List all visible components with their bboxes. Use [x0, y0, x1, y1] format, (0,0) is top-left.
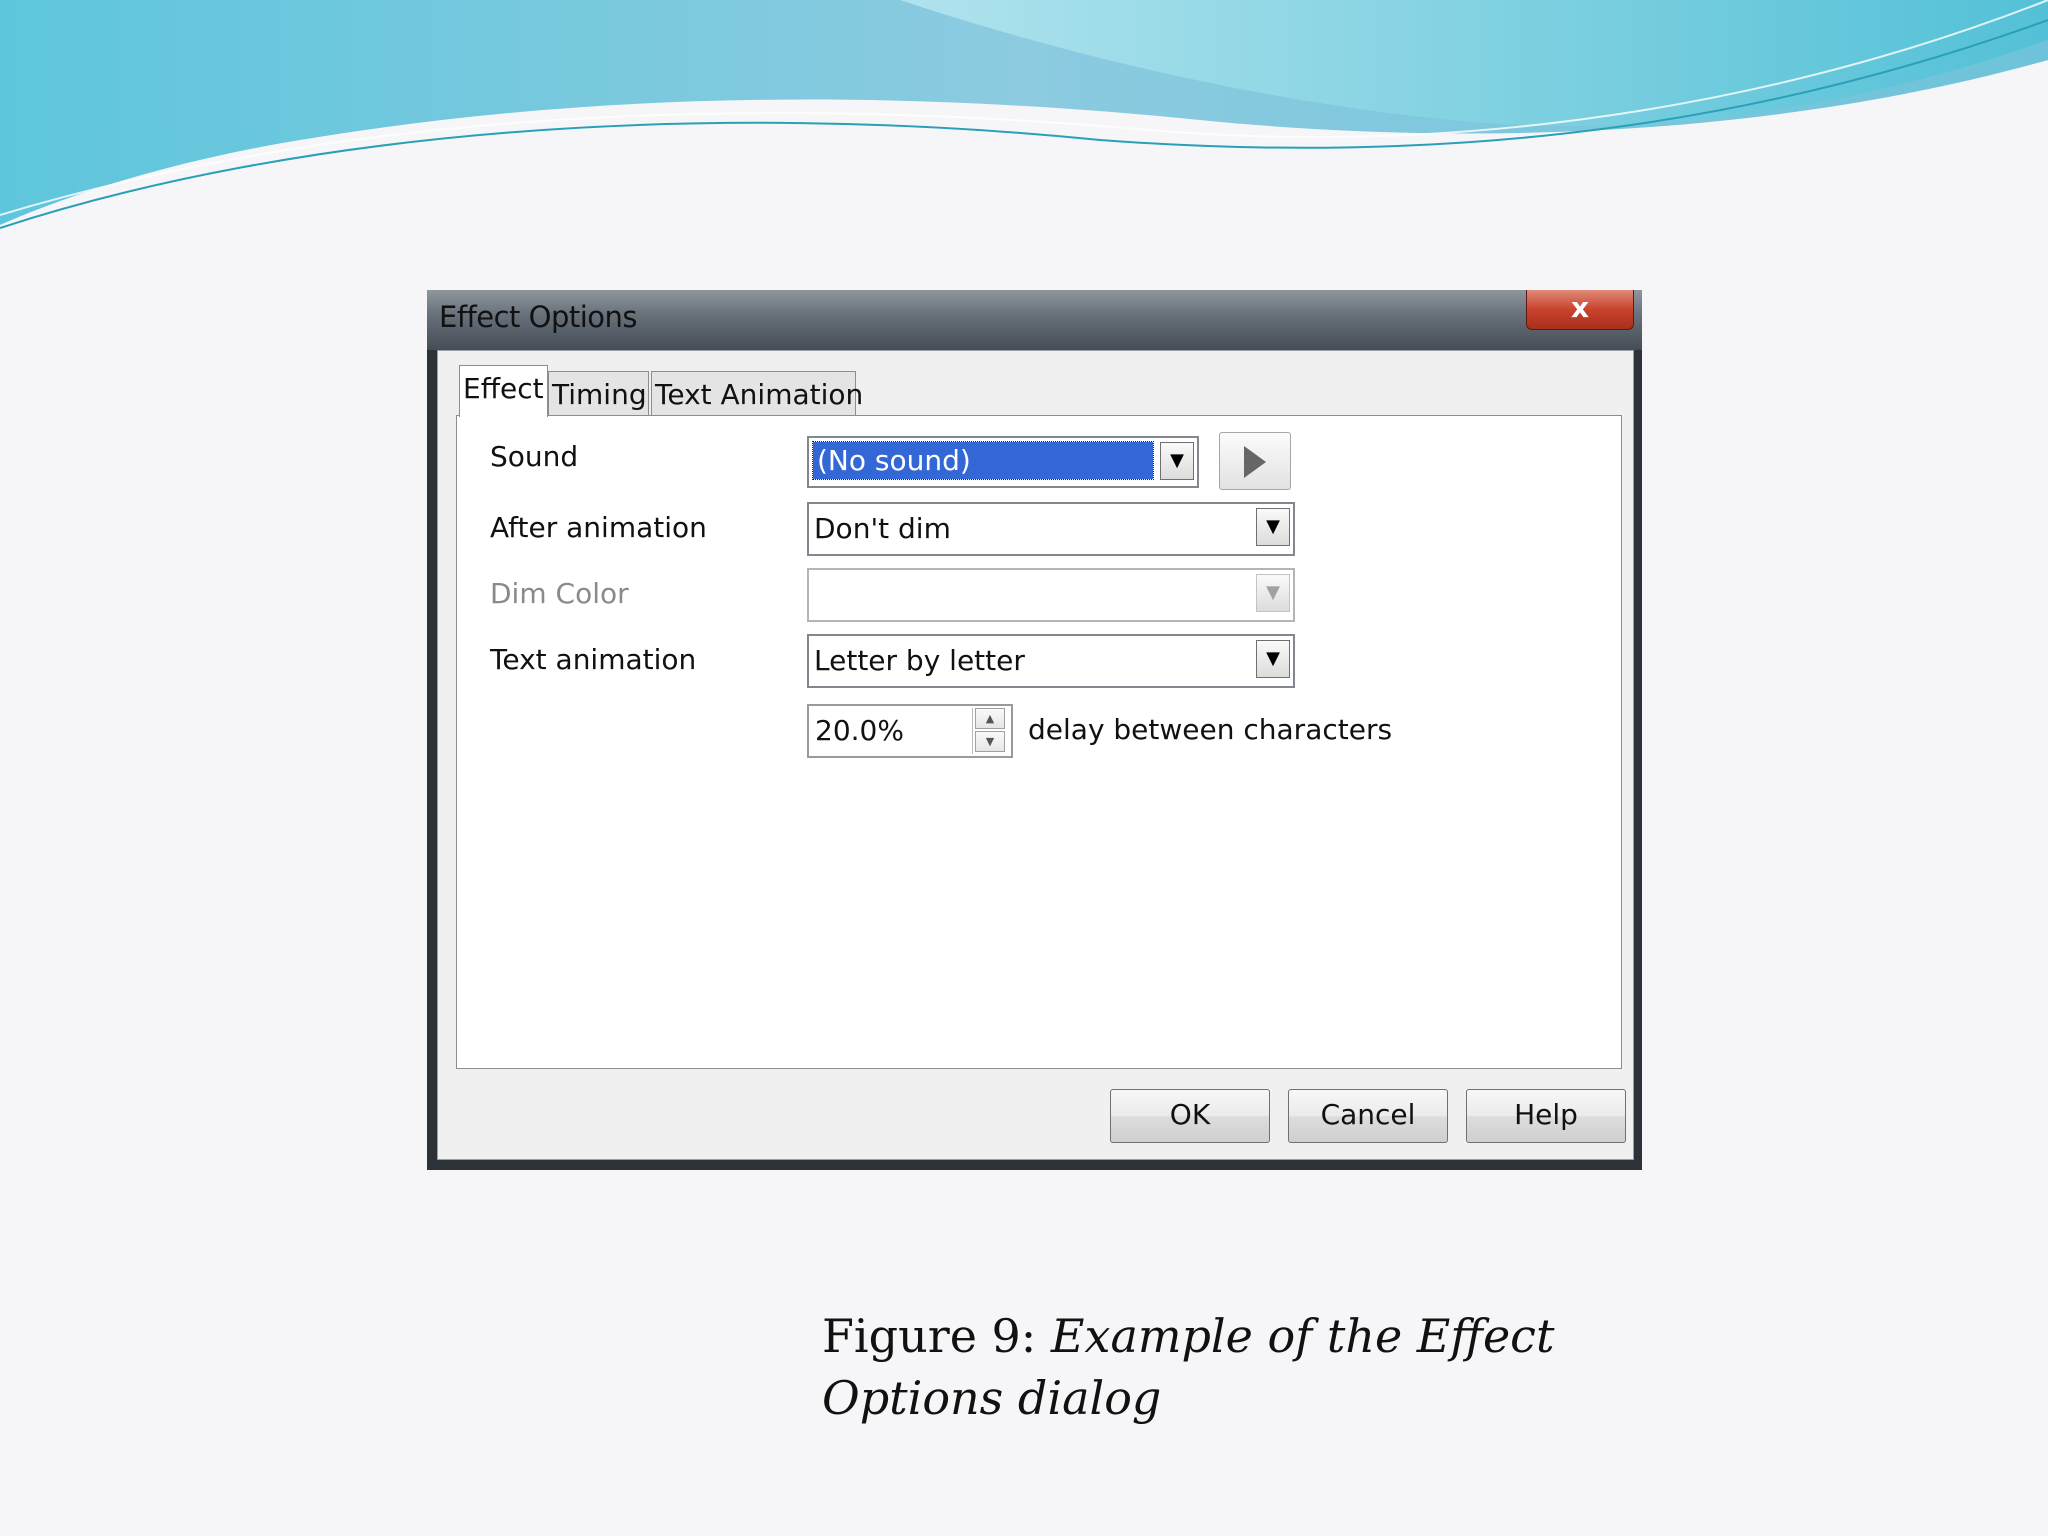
chevron-down-icon[interactable]: ▼ [1256, 508, 1290, 546]
sound-value: (No sound) [812, 441, 1154, 480]
tab-effect[interactable]: Effect [459, 365, 548, 417]
chevron-down-icon[interactable]: ▼ [1256, 640, 1290, 678]
sound-label: Sound [490, 440, 579, 473]
tab-timing[interactable]: Timing [548, 371, 649, 415]
delay-value: 20.0% [815, 714, 904, 747]
play-icon [1244, 446, 1266, 478]
text-animation-label: Text animation [490, 643, 697, 676]
caption-prefix: Figure 9: [822, 1309, 1051, 1363]
dialog-titlebar[interactable]: Effect Options x [427, 290, 1642, 350]
ok-button[interactable]: OK [1110, 1089, 1270, 1143]
cancel-button[interactable]: Cancel [1288, 1089, 1448, 1143]
effect-tab-panel: Sound (No sound) ▼ After animation Don't… [456, 415, 1622, 1069]
after-animation-label: After animation [490, 511, 707, 544]
after-animation-dropdown[interactable]: Don't dim ▼ [807, 502, 1295, 556]
chevron-down-icon: ▼ [1256, 574, 1290, 612]
spin-up-icon[interactable]: ▲ [975, 708, 1005, 729]
delay-spinbox[interactable]: 20.0% ▲ ▼ [807, 704, 1013, 758]
dialog-title: Effect Options [439, 300, 638, 334]
help-button[interactable]: Help [1466, 1089, 1626, 1143]
figure-caption: Figure 9: Example of the Effect Options … [822, 1305, 1722, 1429]
close-icon: x [1570, 291, 1590, 324]
sound-dropdown[interactable]: (No sound) ▼ [807, 436, 1199, 488]
dialog-client-area: Effect Timing Text Animation Sound (No s… [437, 350, 1634, 1160]
spin-down-icon[interactable]: ▼ [975, 731, 1005, 752]
close-button[interactable]: x [1526, 290, 1634, 330]
effect-options-dialog: Effect Options x Effect Timing Text Anim… [427, 290, 1642, 1170]
dim-color-dropdown: ▼ [807, 568, 1295, 622]
chevron-down-icon[interactable]: ▼ [1160, 442, 1194, 480]
tab-text-animation[interactable]: Text Animation [651, 371, 863, 415]
spin-buttons: ▲ ▼ [972, 708, 1009, 754]
header-wave-decoration [0, 0, 2048, 229]
text-animation-dropdown[interactable]: Letter by letter ▼ [807, 634, 1295, 688]
after-animation-value: Don't dim [814, 512, 951, 545]
text-animation-value: Letter by letter [814, 644, 1025, 677]
delay-suffix-label: delay between characters [1028, 713, 1393, 746]
play-sound-button[interactable] [1219, 432, 1291, 490]
dim-color-label: Dim Color [490, 577, 629, 610]
